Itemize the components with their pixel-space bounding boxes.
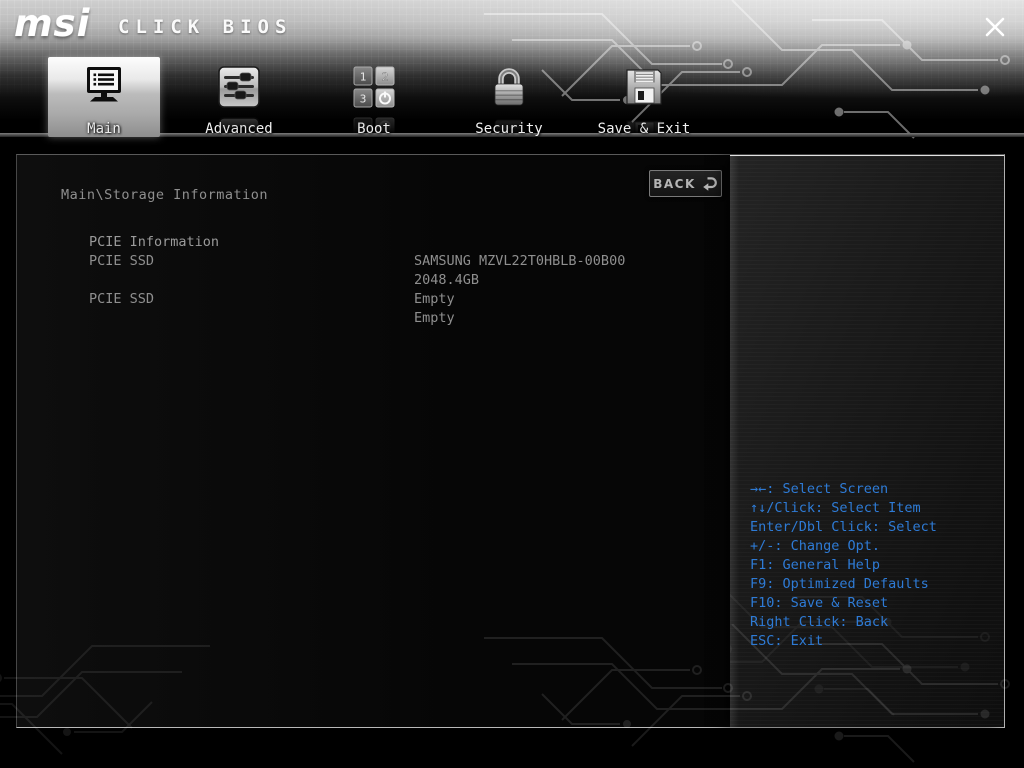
advanced-sliders-icon [217,62,261,112]
tab-boot[interactable]: 1 2 3 Boot [318,57,430,137]
close-button[interactable] [978,10,1012,44]
help-line: F10: Save & Reset [750,594,937,613]
help-panel: →←: Select Screen ↑↓/Click: Select Item … [750,480,937,651]
main-monitor-icon [80,62,128,112]
row-label: PCIE SSD [89,252,414,290]
section-title: PCIE Information [89,233,625,252]
row-value: 2048.4GB [414,271,625,290]
help-sidebar: →←: Select Screen ↑↓/Click: Select Item … [730,155,1004,727]
msi-logo: msi [14,2,90,45]
header-bar: msi CLICK BIOS [0,0,1024,137]
help-line: F1: General Help [750,556,937,575]
back-return-arrow-icon [702,176,718,191]
tab-label: Save & Exit [598,121,691,137]
close-icon [984,16,1006,38]
row-values: Empty Empty [414,290,455,328]
back-button[interactable]: BACK [649,170,722,197]
bios-screen: msi CLICK BIOS [0,0,1024,768]
table-row-pcie-ssd-1[interactable]: PCIE SSD SAMSUNG MZVL22T0HBLB-00B00 2048… [89,252,625,290]
help-line: F9: Optimized Defaults [750,575,937,594]
tab-save-exit[interactable]: Save & Exit [588,57,700,137]
tab-label: Security [475,121,542,137]
storage-info-table: PCIE Information PCIE SSD SAMSUNG MZVL22… [89,233,625,328]
tab-bar: Main [48,57,700,137]
main-panel: Main\Storage Information BACK PCIE Infor… [16,154,1005,728]
back-button-label: BACK [653,177,696,191]
security-lock-icon [487,62,531,112]
breadcrumb: Main\Storage Information [61,186,268,205]
svg-text:3: 3 [360,93,367,106]
save-exit-floppy-icon [623,62,665,112]
row-value: SAMSUNG MZVL22T0HBLB-00B00 [414,252,625,271]
row-label: PCIE SSD [89,290,414,328]
row-value: Empty [414,309,455,328]
help-line: Right Click: Back [750,613,937,632]
table-row-pcie-ssd-2[interactable]: PCIE SSD Empty Empty [89,290,625,328]
tab-main[interactable]: Main [48,57,160,137]
tab-advanced[interactable]: Advanced [183,57,295,137]
row-value: Empty [414,290,455,309]
help-line: →←: Select Screen [750,480,937,499]
brand-title: CLICK BIOS [118,16,292,38]
svg-text:2: 2 [382,71,389,84]
tab-security[interactable]: Security [453,57,565,137]
svg-text:1: 1 [360,71,367,84]
tab-label: Main [87,121,121,137]
help-line: Enter/Dbl Click: Select [750,518,937,537]
tab-label: Boot [357,121,391,137]
tab-label: Advanced [205,121,272,137]
help-line: +/-: Change Opt. [750,537,937,556]
row-values: SAMSUNG MZVL22T0HBLB-00B00 2048.4GB [414,252,625,290]
boot-order-icon: 1 2 3 [353,62,395,112]
help-line: ESC: Exit [750,632,937,651]
help-line: ↑↓/Click: Select Item [750,499,937,518]
